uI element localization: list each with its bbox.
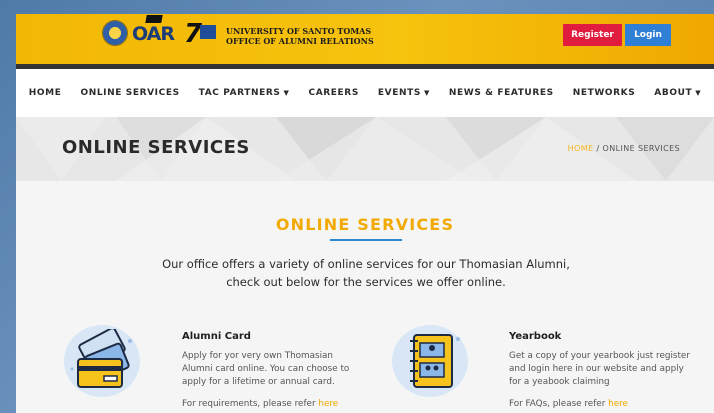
nav-item-networks[interactable]: NETWORKS [573, 88, 636, 98]
oar-logo-icon[interactable]: OAR [132, 15, 180, 46]
alumni-card-title: Alumni Card [182, 331, 251, 342]
alumni-card-requirements: For requirements, please refer here [182, 399, 339, 409]
breadcrumb-current: ONLINE SERVICES [602, 144, 680, 153]
ust-seal-icon[interactable] [102, 20, 128, 46]
yearbook-here-link[interactable]: here [608, 399, 628, 409]
nav-item-news-features[interactable]: NEWS & FEATURES [449, 88, 554, 98]
university-name: UNIVERSITY OF SANTO TOMAS OFFICE OF ALUM… [226, 26, 374, 46]
section-title: ONLINE SERVICES [275, 215, 455, 234]
chevron-down-icon: ▼ [423, 89, 430, 97]
yearbook-title: Yearbook [509, 331, 562, 342]
credit-card-icon [70, 329, 132, 388]
breadcrumb: HOME / ONLINE SERVICES [568, 144, 680, 153]
page-title: ONLINE SERVICES [62, 137, 250, 158]
alumni-card-description: Apply for yor very own Thomasian Alumni … [182, 351, 350, 387]
breadcrumb-home-link[interactable]: HOME [568, 144, 594, 153]
nav-item-tac-partners[interactable]: TAC PARTNERS ▼ [199, 88, 290, 98]
register-button[interactable]: Register [563, 24, 622, 46]
nav-item-online-services[interactable]: ONLINE SERVICES [80, 88, 179, 98]
nav-item-events[interactable]: EVENTS ▼ [378, 88, 430, 98]
yearbook-icon [410, 334, 460, 388]
section-title-underline [330, 239, 402, 241]
browser-page: OAR 7 UNIVERSITY OF SANTO TOMAS OFFICE O… [16, 14, 714, 413]
nav-item-home[interactable]: HOME [29, 88, 62, 98]
services-section: ONLINE SERVICES Our office offers a vari… [16, 181, 714, 413]
login-button[interactable]: Login [625, 24, 671, 46]
nav-item-careers[interactable]: CAREERS [309, 88, 359, 98]
yearbook-faqs: For FAQs, please refer here [509, 399, 628, 409]
university-line-1: UNIVERSITY OF SANTO TOMAS [226, 26, 372, 36]
chevron-down-icon: ▼ [695, 89, 702, 97]
intro-line-1: Our office offers a variety of online se… [162, 257, 570, 271]
chevron-down-icon: ▼ [283, 89, 290, 97]
intro-line-2: check out below for the services we offe… [226, 275, 506, 289]
graduation-cap-icon [145, 15, 163, 23]
yearbook-description: Get a copy of your yearbook just registe… [509, 351, 690, 387]
site-header: OAR 7 UNIVERSITY OF SANTO TOMAS OFFICE O… [16, 14, 714, 64]
nav-item-about[interactable]: ABOUT ▼ [654, 88, 701, 98]
page-banner: ONLINE SERVICES HOME / ONLINE SERVICES [16, 117, 714, 181]
section-intro: Our office offers a variety of online se… [136, 255, 596, 291]
alumni-card-here-link[interactable]: here [318, 399, 338, 409]
breadcrumb-separator: / [596, 144, 600, 153]
seventy-fifth-anniversary-icon: 7 [184, 21, 220, 48]
university-line-2: OFFICE OF ALUMNI RELATIONS [226, 36, 374, 46]
main-nav: HOME ONLINE SERVICES TAC PARTNERS ▼ CAREE… [16, 69, 714, 117]
